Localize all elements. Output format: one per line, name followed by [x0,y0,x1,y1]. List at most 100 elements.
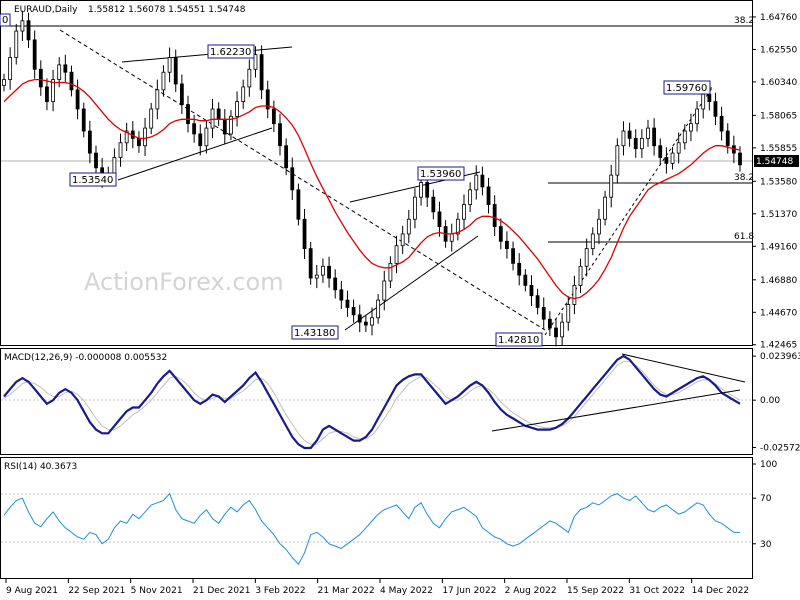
fib-label: 61.8 [734,232,754,242]
candle-body [14,30,19,58]
candle-body [363,321,368,326]
candle-body [2,79,6,86]
top-left-fragment-box: 0 [0,13,11,27]
candle-body [560,321,565,338]
time-axis-label: 2 Aug 2022 [505,586,557,596]
chart-title: EURAUD,Daily [14,5,78,15]
candle-body [529,284,534,297]
ohlc-values: 1.55812 1.56078 1.54551 1.54748 [88,5,246,15]
rsi-panel [0,457,753,579]
candle-body [572,284,577,305]
candle-body [419,182,423,198]
time-axis: 9 Aug 2021 22 Sep 2021 5 Nov 2021 21 Dec 20… [5,579,750,596]
swing-label-text: 1.43180 [294,328,335,339]
swing-label-5: 1.42810 [495,332,543,347]
rsi-axis-label: 100 [760,460,777,470]
price-axis-label: 1.51370 [760,210,797,220]
swing-label-2: 1.53540 [69,172,117,187]
swing-label-text: 1.53540 [72,175,113,186]
candle-body [192,123,197,135]
candle-body [308,248,313,279]
candle-body [45,86,49,103]
candle-body [161,71,166,91]
time-axis-label: 15 Sep 2022 [567,586,624,596]
price-axis-label: 1.60340 [760,78,797,88]
candle-body [57,64,62,80]
candle-body [609,174,614,198]
candle-body [32,39,37,70]
candle-body [578,265,583,286]
candle-body [216,108,221,120]
macd-signal-line [3,361,741,445]
price-axis-label: 1.62550 [760,45,797,55]
candle-body [511,248,515,264]
swing-label-text: 1.53960 [420,169,461,180]
candle-body [682,130,687,144]
candle-body [339,289,344,301]
time-axis-label: 14 Dec 2022 [692,586,750,596]
candle-body [247,68,252,88]
candle-body [376,299,381,319]
candle-body [204,127,209,147]
candle-body [118,142,123,158]
candle-body [63,64,68,73]
price-axis-label: 1.42465 [760,341,797,351]
candle-body [627,130,632,139]
candle-body [590,233,595,250]
candle-body [81,108,86,132]
candle-body [413,196,417,220]
swing-label-3: 1.43180 [291,325,339,340]
rsi-title: RSI(14) 40.3673 [4,462,77,472]
candle-body [20,20,25,32]
candle-body [541,307,546,320]
candle-body [370,317,374,326]
candle-body [235,101,239,117]
candle-body [75,89,80,110]
current-price-tag: 1.54748 [754,155,799,167]
candle-body [155,89,160,110]
price-axis-label: 1.53580 [760,177,797,187]
price-axis-label: 1.58065 [760,111,797,121]
candle-body [474,174,479,191]
candle-body [222,118,227,135]
price-axis-label: 1.46880 [760,276,797,286]
candle-body [547,318,552,329]
price-axis-label: 1.55855 [760,144,797,154]
candle-body [406,218,411,235]
candle-body [689,123,693,132]
forex-chart: ActionForex.com 1.62230 1.53540 1.43180 … [0,0,800,596]
candle-body [259,54,264,91]
candle-body [505,240,509,250]
candle-body [725,130,730,147]
candle-body [400,233,405,247]
candle-body [437,211,442,227]
candle-body [284,145,289,169]
fib-label: 38.2 [734,173,754,183]
swing-label-4: 1.53960 [417,166,465,181]
candle-body [137,137,141,147]
macd-title: MACD(12,26,9) -0.000008 0.005532 [4,353,167,363]
rsi-axis-label: 70 [760,494,772,504]
fib-label: 38.2 [734,16,754,26]
price-axis: 1.64760 1.62550 1.60340 1.58065 1.55855 1.535… [752,13,797,351]
candle-body [701,93,706,110]
candle-body [327,265,331,279]
candle-body [652,127,657,147]
candle-body [241,86,246,103]
candle-body [278,123,282,147]
moving-average-line [3,78,741,300]
candle-body [198,133,203,147]
candle-body [449,233,454,242]
macd-axis-label: 0.023963 [760,352,800,362]
candle-body [431,196,436,213]
candle-body [670,152,675,164]
candle-body [271,108,276,125]
candle-body [112,157,117,176]
candle-body [639,137,644,150]
time-axis-label: 4 May 2022 [380,586,433,596]
rsi-axis: 100 70 30 [752,460,777,550]
candle-body [314,274,319,279]
trend-line [117,127,273,181]
candle-body [498,226,503,242]
candle-body [186,104,190,125]
